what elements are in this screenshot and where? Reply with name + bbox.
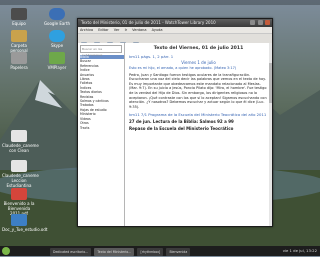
menu-window[interactable]: Ventana: [132, 28, 146, 32]
desktop-icon-vmplayer[interactable]: VMPlayer: [40, 52, 74, 70]
task-list: Dedicated escritorio... Texto del Minist…: [50, 247, 192, 256]
computer-icon: [11, 8, 27, 20]
publication-tree: Biblia Buscar Referencias Índice Anuario…: [78, 55, 124, 130]
clock[interactable]: vie 1 de jul, 13:22: [283, 246, 317, 256]
desktop-icon-label: Skype: [50, 43, 64, 48]
pdf-icon: [11, 188, 27, 200]
globe-icon: [49, 8, 65, 20]
task-item[interactable]: Texto del Ministerio...: [94, 248, 135, 256]
page-title: Texto del Viernes, 01 de julio 2011: [153, 46, 244, 51]
task-item[interactable]: Bienvenida: [166, 248, 191, 256]
window-controls: [249, 20, 270, 28]
desktop-icon-label: Claudede_caneme Leccion Estudiantina: [2, 173, 39, 188]
watchtower-library-window: Texto del Ministerio, 01 de julio de 201…: [77, 18, 273, 227]
desktop-icon-file-1[interactable]: Claudede_caneme con Clean: [2, 130, 39, 153]
task-item[interactable]: [rhythmbox]: [137, 248, 164, 256]
taskbar: Dedicated escritorio... Texto del Minist…: [0, 246, 320, 256]
content-scrollbar[interactable]: [269, 43, 272, 226]
desktop-icon-label: Google Earth: [43, 21, 71, 26]
menu-help[interactable]: Ayuda: [152, 28, 163, 32]
menu-file[interactable]: Archivo: [80, 28, 93, 32]
trash-icon: [11, 52, 27, 64]
desktop-icon-label: Doc_y_Tue_estudio.odt: [2, 227, 48, 232]
desktop-icon-google-earth[interactable]: Google Earth: [40, 8, 74, 26]
vm-icon: [49, 52, 65, 64]
desktop-icon-odt[interactable]: Doc_y_Tue_estudio.odt: [2, 214, 47, 232]
desktop-icon-label: Papelera: [10, 65, 28, 70]
maximize-icon[interactable]: [257, 20, 263, 25]
task-item[interactable]: Dedicated escritorio...: [50, 248, 92, 256]
document-icon: [11, 160, 27, 172]
document-icon: [11, 130, 27, 142]
top-panel: [0, 0, 320, 5]
start-menu-icon[interactable]: [2, 247, 10, 255]
desktop-icon-label: Claudede_caneme con Clean: [2, 143, 39, 153]
desktop-icon-pdf[interactable]: Bienvenido a la Bienvenida 2011.pdf: [2, 188, 36, 216]
sidebar-item-tracts[interactable]: Tracts: [80, 126, 124, 130]
close-icon[interactable]: [265, 20, 270, 25]
desktop-icon-computer[interactable]: Equipo: [2, 8, 36, 26]
skype-icon: [49, 30, 65, 42]
document-icon: [11, 214, 27, 226]
desktop-icon-label: VMPlayer: [47, 65, 67, 70]
publications-sidebar: Buscar en las publicaciones Biblia Busca…: [78, 43, 125, 226]
window-title: Texto del Ministerio, 01 de julio de 201…: [81, 20, 216, 25]
desktop-icon-trash[interactable]: Papelera: [2, 52, 36, 70]
document-content: Texto del Viernes, 01 de julio 2011 km11…: [125, 43, 272, 226]
window-titlebar[interactable]: Texto del Ministerio, 01 de julio de 201…: [78, 19, 272, 27]
menu-bar: Archivo Editar Ver Ir Ventana Ayuda: [78, 27, 272, 34]
scrollbar-thumb[interactable]: [269, 63, 272, 103]
desktop-icon-file-2[interactable]: Claudede_caneme Leccion Estudiantina: [2, 160, 39, 188]
minimize-icon[interactable]: [250, 20, 256, 25]
reference-link[interactable]: km11 págs. 1, 2 párr. 1: [129, 54, 268, 59]
daily-text: Esto es mi hijo, el amado, a quien he ap…: [129, 66, 237, 70]
day-heading: Viernes 1 de julio: [181, 60, 216, 65]
bible-reading-label: 27 de jun. Lectura de la Biblia: Salmos …: [129, 119, 234, 125]
schedule-link[interactable]: km11 7/1 Programa de la Escuela del Mini…: [129, 112, 268, 117]
menu-view[interactable]: Ver: [114, 28, 120, 32]
desktop-icon-label: Equipo: [12, 21, 26, 26]
menu-go[interactable]: Ir: [125, 28, 127, 32]
review-subtitle: Repaso de la Escuela del Ministerio Teoc…: [129, 126, 234, 132]
search-input[interactable]: Buscar en las publicaciones: [80, 45, 122, 57]
desktop-icon-home[interactable]: Carpeta personal: [2, 30, 36, 53]
folder-icon: [11, 30, 27, 42]
desktop-icon-skype[interactable]: Skype: [40, 30, 74, 48]
commentary-paragraph: Pedro, Juan y Santiago fueron testigos o…: [129, 72, 267, 109]
menu-edit[interactable]: Editar: [98, 28, 108, 32]
